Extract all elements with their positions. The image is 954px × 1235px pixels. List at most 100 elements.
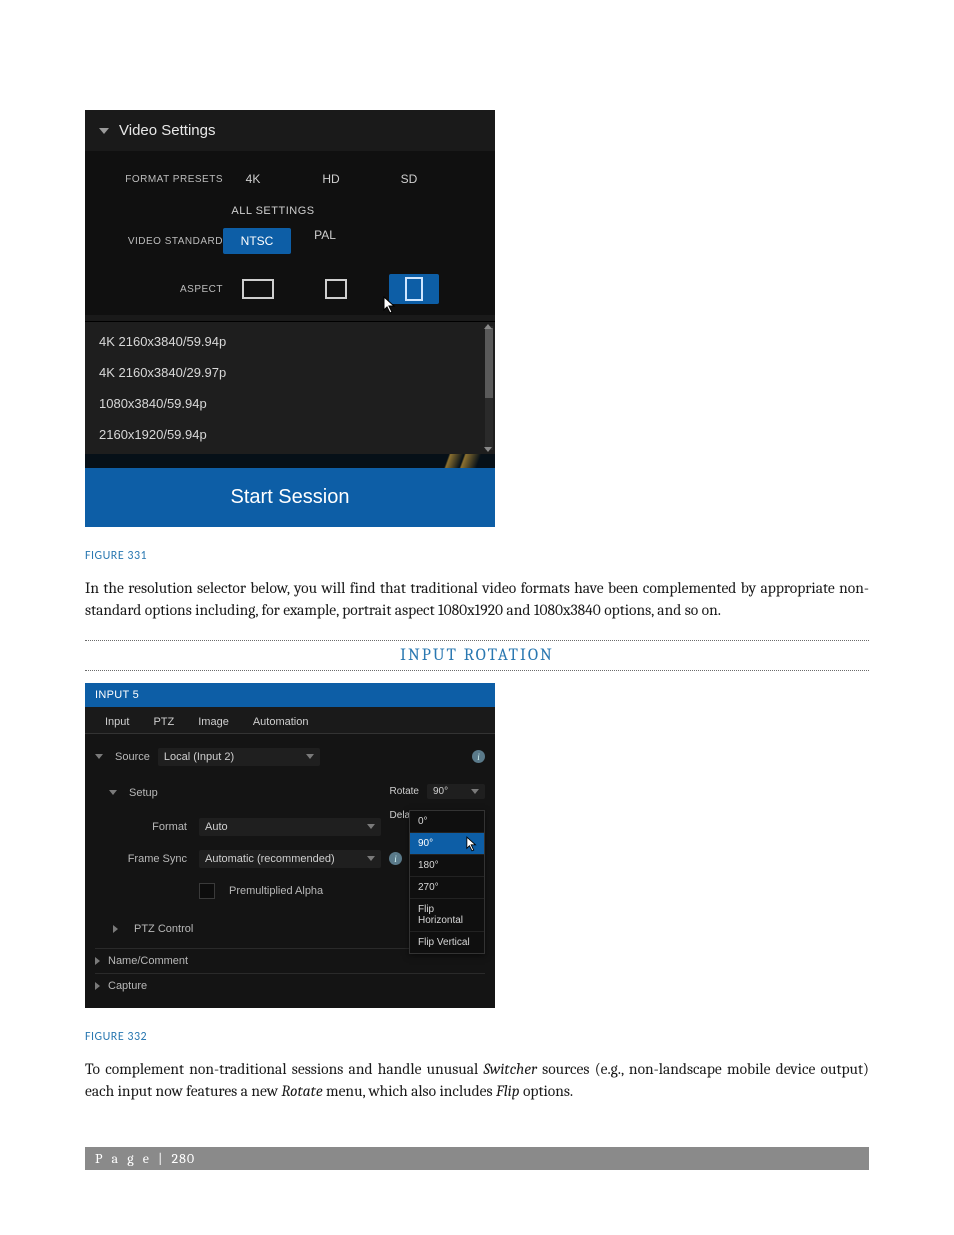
source-value: Local (Input 2) <box>164 751 234 763</box>
frame-sync-value: Automatic (recommended) <box>205 853 335 865</box>
capture-row[interactable]: Capture <box>95 973 485 998</box>
scroll-up-icon[interactable] <box>484 324 492 329</box>
panel-header[interactable]: Video Settings <box>85 110 495 151</box>
standard-ntsc[interactable]: NTSC <box>223 228 291 254</box>
aspect-portrait[interactable] <box>389 274 439 304</box>
chevron-down-icon <box>367 824 375 829</box>
setup-label: Setup <box>129 787 158 799</box>
capture-label: Capture <box>108 980 147 992</box>
info-icon[interactable]: i <box>389 852 402 865</box>
chevron-down-icon <box>471 789 479 794</box>
section-heading: INPUT ROTATION <box>85 643 869 668</box>
footer-sep: | <box>152 1150 172 1167</box>
preset-row: FORMAT PRESETS 4K HD SD <box>103 161 477 197</box>
text: options. <box>520 1082 574 1100</box>
body-paragraph: To complement non-traditional sessions a… <box>85 1058 869 1103</box>
chevron-down-icon <box>306 754 314 759</box>
body-paragraph: In the resolution selector below, you wi… <box>85 577 869 622</box>
rotate-option-180[interactable]: 180° <box>410 854 484 876</box>
tab-ptz[interactable]: PTZ <box>141 711 186 733</box>
start-session-button[interactable]: Start Session <box>85 468 495 527</box>
source-select[interactable]: Local (Input 2) <box>158 748 320 766</box>
figure-caption: FIGURE 332 <box>85 1030 869 1044</box>
preset-sd[interactable]: SD <box>389 172 429 186</box>
preview-strip <box>85 454 495 468</box>
chevron-down-icon[interactable] <box>109 790 117 795</box>
input-tabs: Input PTZ Image Automation <box>85 707 495 734</box>
chevron-right-icon <box>95 957 104 965</box>
cursor-icon <box>466 836 478 852</box>
resolution-option[interactable]: 4K 2160x3840/29.97p <box>85 357 495 388</box>
info-icon[interactable]: i <box>472 750 485 763</box>
figure-caption: FIGURE 331 <box>85 549 869 563</box>
aspect-portrait-icon <box>405 277 423 301</box>
aspect-square[interactable] <box>311 274 361 304</box>
video-settings-panel: Video Settings FORMAT PRESETS 4K HD SD A… <box>85 110 495 527</box>
text-italic: Rotate <box>281 1082 322 1100</box>
cursor-icon <box>383 296 397 314</box>
text-italic: Flip <box>496 1082 520 1100</box>
format-value: Auto <box>205 821 228 833</box>
format-select[interactable]: Auto <box>199 818 381 836</box>
rotate-dropdown: 0° 90° 180° 270° Flip Horizontal Flip Ve… <box>409 810 485 954</box>
chevron-down-icon <box>367 856 375 861</box>
page-footer: P a g e | 280 <box>85 1147 869 1170</box>
tab-automation[interactable]: Automation <box>241 711 321 733</box>
premultiplied-alpha-checkbox[interactable] <box>199 883 215 899</box>
standard-pal[interactable]: PAL <box>305 228 345 254</box>
section-heading-block: INPUT ROTATION <box>85 640 869 671</box>
scroll-down-icon[interactable] <box>484 447 492 452</box>
frame-sync-select[interactable]: Automatic (recommended) <box>199 850 381 868</box>
ptz-control-label: PTZ Control <box>134 923 193 935</box>
text-italic: Switcher <box>483 1060 536 1078</box>
tab-input[interactable]: Input <box>93 711 141 733</box>
input-header: INPUT 5 <box>85 683 495 707</box>
premultiplied-alpha-label: Premultiplied Alpha <box>229 885 323 897</box>
all-settings-link[interactable]: ALL SETTINGS <box>213 197 333 223</box>
rotate-select[interactable]: 90° <box>427 784 485 799</box>
source-label: Source <box>115 751 150 763</box>
rotate-option-270[interactable]: 270° <box>410 876 484 898</box>
rotate-option-flip-h[interactable]: Flip Horizontal <box>410 898 484 931</box>
name-comment-label: Name/Comment <box>108 955 188 967</box>
panel-body: FORMAT PRESETS 4K HD SD ALL SETTINGS VID… <box>85 151 495 315</box>
divider <box>85 640 869 641</box>
text: menu, which also includes <box>323 1082 496 1100</box>
format-label: Format <box>105 821 191 833</box>
frame-sync-label: Frame Sync <box>105 853 191 865</box>
input-config-panel: INPUT 5 Input PTZ Image Automation Sourc… <box>85 683 495 1008</box>
footer-page-number: 280 <box>171 1150 195 1167</box>
video-standard-label: VIDEO STANDARD <box>103 236 233 247</box>
chevron-down-icon[interactable] <box>95 754 103 759</box>
chevron-down-icon <box>99 128 109 134</box>
resolution-list: 4K 2160x3840/59.94p 4K 2160x3840/29.97p … <box>85 321 495 454</box>
aspect-wide-icon <box>242 279 274 299</box>
chevron-right-icon[interactable] <box>113 925 122 933</box>
rotate-label: Rotate <box>390 786 419 797</box>
text: To complement non-traditional sessions a… <box>85 1060 483 1078</box>
rotate-option-90[interactable]: 90° <box>410 832 484 854</box>
rotate-value: 90° <box>433 786 448 797</box>
tab-image[interactable]: Image <box>186 711 241 733</box>
format-presets-label: FORMAT PRESETS <box>103 174 233 185</box>
resolution-option[interactable]: 4K 2160x3840/59.94p <box>85 326 495 357</box>
rotate-option-0[interactable]: 0° <box>410 811 484 832</box>
aspect-row: ASPECT <box>103 271 477 307</box>
preset-hd[interactable]: HD <box>311 172 351 186</box>
resolution-option[interactable]: 1080x3840/59.94p <box>85 388 495 419</box>
source-row: Source Local (Input 2) i <box>95 744 485 770</box>
rotate-option-flip-v[interactable]: Flip Vertical <box>410 931 484 953</box>
resolution-option[interactable]: 2160x1920/59.94p <box>85 419 495 450</box>
panel-title: Video Settings <box>119 122 215 139</box>
video-standard-row: VIDEO STANDARD NTSC PAL <box>103 223 477 259</box>
preset-4k[interactable]: 4K <box>233 172 273 186</box>
aspect-label: ASPECT <box>103 284 233 295</box>
input-body: Source Local (Input 2) i Setup Format Au… <box>85 734 495 1008</box>
aspect-square-icon <box>325 279 347 299</box>
divider <box>85 670 869 671</box>
aspect-wide[interactable] <box>233 274 283 304</box>
footer-page-word: P a g e <box>95 1150 152 1167</box>
rotate-option-90-label: 90° <box>418 838 433 849</box>
chevron-right-icon <box>95 982 104 990</box>
scrollbar-thumb[interactable] <box>485 328 493 398</box>
